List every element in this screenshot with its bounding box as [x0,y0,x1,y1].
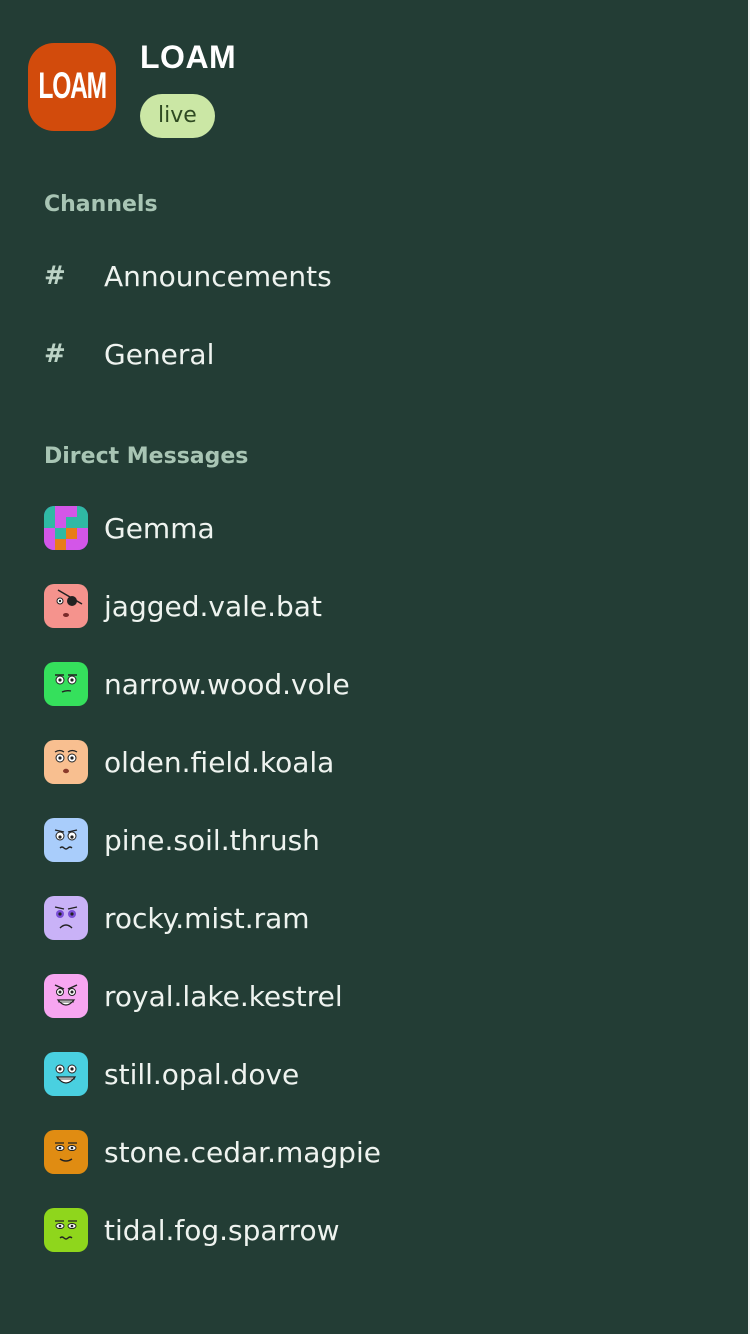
face-avatar-icon [44,584,88,628]
channel-label: General [104,337,215,371]
avatar [44,1052,88,1096]
dm-label: stone.cedar.magpie [104,1135,381,1169]
channel-item-announcements[interactable]: # Announcements [44,248,684,304]
avatar [44,818,88,862]
face-avatar-icon [44,1052,88,1096]
workspace-title: LOAM [140,39,237,75]
dm-label: royal.lake.kestrel [104,979,343,1013]
hash-icon: # [44,261,66,291]
pixel-avatar-icon [44,506,88,550]
dm-item-tidal-fog-sparrow[interactable]: tidal.fog.sparrow [44,1202,684,1258]
dm-item-rocky-mist-ram[interactable]: rocky.mist.ram [44,890,684,946]
hash-icon: # [44,339,66,369]
dm-item-stone-cedar-magpie[interactable]: stone.cedar.magpie [44,1124,684,1180]
dm-label: jagged.vale.bat [104,589,322,623]
face-avatar-icon [44,974,88,1018]
dm-label: still.opal.dove [104,1057,300,1091]
face-avatar-icon [44,896,88,940]
face-avatar-icon [44,740,88,784]
dm-label: Gemma [104,511,215,545]
avatar [44,1208,88,1252]
dm-label: rocky.mist.ram [104,901,310,935]
face-avatar-icon [44,662,88,706]
avatar [44,1130,88,1174]
dm-item-still-opal-dove[interactable]: still.opal.dove [44,1046,684,1102]
workspace-logo[interactable]: LOAM [28,43,116,131]
dm-item-narrow-wood-vole[interactable]: narrow.wood.vole [44,656,684,712]
dm-label: pine.soil.thrush [104,823,320,857]
dm-label: tidal.fog.sparrow [104,1213,340,1247]
avatar [44,506,88,550]
face-avatar-icon [44,1130,88,1174]
dm-item-royal-lake-kestrel[interactable]: royal.lake.kestrel [44,968,684,1024]
dm-item-olden-field-koala[interactable]: olden.field.koala [44,734,684,790]
dm-item-jagged-vale-bat[interactable]: jagged.vale.bat [44,578,684,634]
dm-item-gemma[interactable]: Gemma [44,500,684,556]
direct-messages-heading: Direct Messages [44,444,249,469]
face-avatar-icon [44,1208,88,1252]
workspace-header: LOAM LOAM live [28,39,728,143]
avatar [44,662,88,706]
channel-item-general[interactable]: # General [44,326,684,382]
dm-label: narrow.wood.vole [104,667,350,701]
avatar [44,740,88,784]
status-badge: live [140,94,215,138]
face-avatar-icon [44,818,88,862]
avatar [44,974,88,1018]
dm-item-pine-soil-thrush[interactable]: pine.soil.thrush [44,812,684,868]
channels-heading: Channels [44,192,158,217]
channel-label: Announcements [104,259,332,293]
logo-text: LOAM [38,66,107,107]
avatar [44,584,88,628]
dm-label: olden.field.koala [104,745,335,779]
avatar [44,896,88,940]
